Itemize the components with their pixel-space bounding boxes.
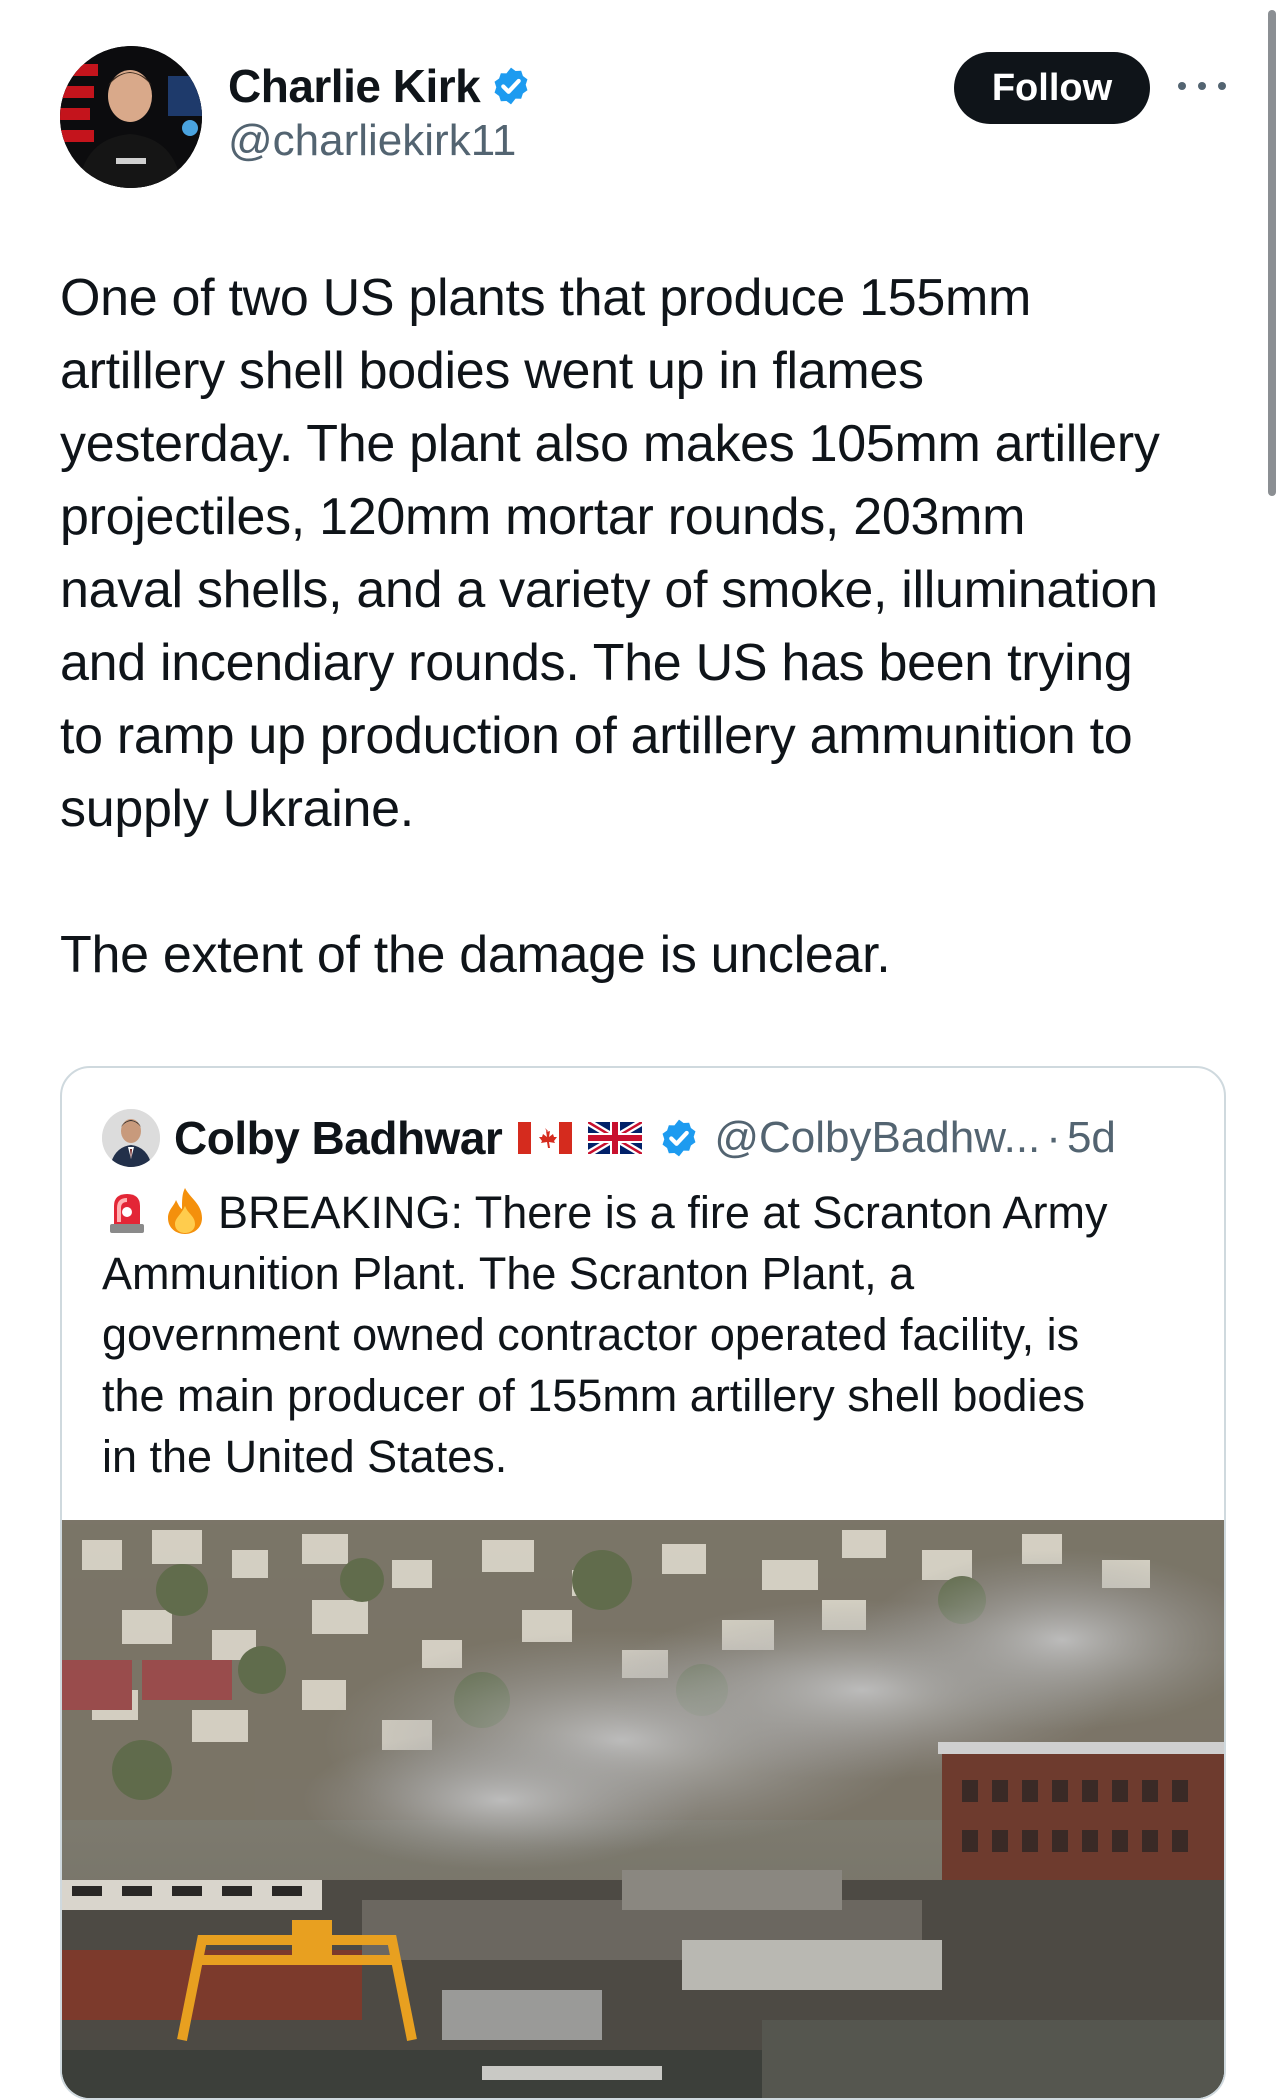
canada-flag-icon [518,1122,573,1154]
factory-fire-photo [62,1520,1224,2098]
quoted-author-name[interactable]: Colby Badhwar [174,1111,503,1165]
post-header: Charlie Kirk @charliekirk11 Follow [60,46,1230,192]
quoted-author-handle[interactable]: @ColbyBadhw... [714,1113,1040,1163]
post-time[interactable]: 5d [1067,1113,1116,1163]
follow-button[interactable]: Follow [954,52,1150,124]
author-avatar[interactable] [60,46,202,188]
uk-flag-icon [588,1122,643,1154]
author-handle[interactable]: @charliekirk11 [228,116,532,166]
dot [1198,82,1206,90]
quoted-author-avatar[interactable] [102,1109,160,1167]
author-info: Charlie Kirk @charliekirk11 [228,58,532,166]
author-name-row: Charlie Kirk [228,58,532,114]
fire-icon [168,1188,202,1234]
quoted-post-text-content: BREAKING: There is a fire at Scranton Ar… [102,1187,1108,1482]
scrollbar[interactable] [1268,10,1276,496]
dot [1218,82,1226,90]
quoted-post-header: Colby Badhwar @ColbyBadhw... · 5d [102,1109,1116,1167]
more-options-icon[interactable] [1178,74,1226,98]
avatar-image [60,46,202,188]
quoted-post-image[interactable] [62,1520,1224,2098]
quoted-post-text: BREAKING: There is a fire at Scranton Ar… [102,1182,1192,1487]
post-paragraph: The extent of the damage is unclear. [60,926,891,984]
quoted-avatar-image [102,1109,160,1167]
post-text: One of two US plants that produce 155mm … [60,262,1240,992]
verified-badge-icon[interactable] [490,65,532,107]
separator-dot: · [1046,1113,1061,1162]
dot [1178,82,1186,90]
verified-badge-icon[interactable] [658,1117,700,1159]
post-paragraph: One of two US plants that produce 155mm … [60,269,1160,838]
police-light-icon [110,1194,144,1233]
quoted-post[interactable]: Colby Badhwar @ColbyBadhw... · 5d BREAKI… [60,1066,1226,2100]
author-name[interactable]: Charlie Kirk [228,59,481,113]
